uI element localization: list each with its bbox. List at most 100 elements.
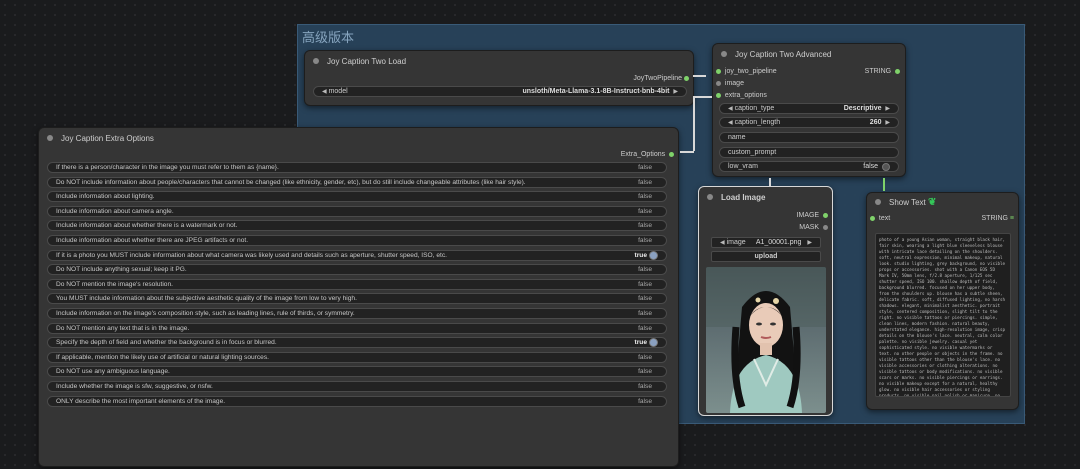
option-toggle[interactable]: ONLY describe the most important element… xyxy=(47,395,667,407)
output-slot-icon[interactable] xyxy=(823,225,828,230)
option-value: false xyxy=(638,383,652,390)
input-extra-options[interactable]: extra_options xyxy=(716,92,767,99)
input-joy-two-pipeline[interactable]: joy_two_pipeline xyxy=(716,68,777,75)
collapse-dot-icon[interactable] xyxy=(875,199,881,205)
node-show-text[interactable]: Show Text ❦ text STRING ≡ photo of a you… xyxy=(866,192,1019,410)
option-toggle[interactable]: Specify the depth of field and whether t… xyxy=(47,337,667,349)
arrow-left-icon[interactable]: ◀ xyxy=(322,88,327,95)
option-toggle[interactable]: Do NOT use any ambiguous language. false xyxy=(47,366,667,378)
input-image[interactable]: image xyxy=(716,80,744,87)
output-slot-icon[interactable] xyxy=(895,69,900,74)
caption-length-select[interactable]: ◀ caption_length 260 ▶ xyxy=(719,117,899,128)
option-value: false xyxy=(638,207,652,215)
arrow-left-icon[interactable]: ◀ xyxy=(728,105,733,112)
output-slot-icon[interactable] xyxy=(669,152,674,157)
output-image[interactable]: IMAGE xyxy=(797,212,828,219)
link-pipeline xyxy=(693,75,706,77)
option-label: Do NOT include anything sexual; keep it … xyxy=(56,266,187,274)
node-load-image[interactable]: Load Image IMAGE MASK ◀ image A1_00001.p… xyxy=(698,186,833,416)
image-preview xyxy=(706,267,826,413)
option-toggle[interactable]: If there is a person/character in the im… xyxy=(47,162,667,173)
toggle-knob-icon[interactable] xyxy=(649,250,658,260)
option-label: Include whether the image is sfw, sugges… xyxy=(56,383,213,390)
group-title[interactable]: 高级版本 xyxy=(302,27,354,46)
link-extra-options-h xyxy=(680,151,694,153)
toggle-knob-icon[interactable] xyxy=(882,162,890,171)
list-output-icon[interactable]: ≡ xyxy=(1010,215,1014,222)
collapse-dot-icon[interactable] xyxy=(707,194,713,200)
arrow-left-icon[interactable]: ◀ xyxy=(728,119,733,126)
option-toggle[interactable]: If applicable, mention the likely use of… xyxy=(47,351,667,363)
output-string[interactable]: STRING xyxy=(865,68,900,75)
node-joy-caption-advanced[interactable]: Joy Caption Two Advanced joy_two_pipelin… xyxy=(712,43,906,177)
input-slot-icon[interactable] xyxy=(716,81,721,86)
option-toggle[interactable]: Include information about camera angle. f… xyxy=(47,205,667,217)
arrow-right-icon[interactable]: ▶ xyxy=(673,88,678,95)
option-value: true xyxy=(634,251,647,259)
output-joy-two-pipeline[interactable]: JoyTwoPipeline xyxy=(633,75,689,82)
option-toggle[interactable]: You MUST include information about the s… xyxy=(47,293,667,305)
upload-button[interactable]: upload xyxy=(711,251,821,262)
option-label: If applicable, mention the likely use of… xyxy=(56,353,269,361)
input-text[interactable]: text xyxy=(870,215,890,222)
option-toggle[interactable]: Include information on the image's compo… xyxy=(47,308,667,319)
output-mask[interactable]: MASK xyxy=(799,224,828,231)
option-label: Do NOT mention any text that is in the i… xyxy=(56,324,190,332)
caption-type-select[interactable]: ◀ caption_type Descriptive ▶ xyxy=(719,103,899,114)
collapse-dot-icon[interactable] xyxy=(313,58,319,64)
collapse-dot-icon[interactable] xyxy=(47,135,53,141)
option-toggle[interactable]: Include whether the image is sfw, sugges… xyxy=(47,381,667,392)
option-value: false xyxy=(638,222,652,230)
portrait-image xyxy=(706,267,826,413)
option-label: If there is a person/character in the im… xyxy=(56,164,279,171)
node-title: Joy Caption Two Advanced xyxy=(735,49,832,59)
node-title: Joy Caption Extra Options xyxy=(61,133,154,143)
option-value: false xyxy=(638,266,652,274)
option-label: You MUST include information about the s… xyxy=(56,295,357,303)
option-toggle[interactable]: Include information about lighting. false xyxy=(47,191,667,203)
input-slot-icon[interactable] xyxy=(716,93,721,98)
toggle-knob-icon[interactable] xyxy=(649,338,658,348)
arrow-right-icon[interactable]: ▶ xyxy=(885,119,890,126)
arrow-right-icon[interactable]: ▶ xyxy=(807,239,812,246)
arrow-right-icon[interactable]: ▶ xyxy=(885,105,890,112)
output-slot-icon[interactable] xyxy=(684,76,689,81)
option-value: false xyxy=(638,280,652,288)
option-value: false xyxy=(638,353,652,361)
option-value: false xyxy=(638,164,652,171)
low-vram-toggle[interactable]: low_vram false xyxy=(719,161,899,172)
model-select[interactable]: ◀ model unsloth/Meta-Llama-3.1-8B-Instru… xyxy=(313,86,687,97)
option-toggle[interactable]: Include information about whether there … xyxy=(47,220,667,232)
option-toggle[interactable]: Include information about whether there … xyxy=(47,235,667,246)
image-select[interactable]: ◀ image A1_00001.png ▶ xyxy=(711,237,821,248)
node-title: Load Image xyxy=(721,192,766,202)
option-value: false xyxy=(638,237,652,244)
option-toggle[interactable]: Do NOT include information about people/… xyxy=(47,176,667,188)
option-toggle[interactable]: Do NOT include anything sexual; keep it … xyxy=(47,264,667,276)
output-extra-options[interactable]: Extra_Options xyxy=(621,151,674,158)
arrow-left-icon[interactable]: ◀ xyxy=(720,239,725,246)
custom-prompt-field[interactable]: custom_prompt xyxy=(719,147,899,158)
node-joy-caption-load[interactable]: Joy Caption Two Load JoyTwoPipeline ◀ mo… xyxy=(304,50,694,106)
option-toggle[interactable]: Do NOT mention any text that is in the i… xyxy=(47,322,667,334)
caption-text-output[interactable]: photo of a young Asian woman, straight b… xyxy=(875,233,1011,397)
name-field[interactable]: name xyxy=(719,132,899,143)
node-joy-caption-extra-options[interactable]: Joy Caption Extra Options Extra_Options … xyxy=(38,127,679,467)
collapse-dot-icon[interactable] xyxy=(721,51,727,57)
input-slot-icon[interactable] xyxy=(870,216,875,221)
custom-node-icon: ❦ xyxy=(928,196,937,208)
option-value: false xyxy=(638,178,652,186)
output-string[interactable]: STRING ≡ xyxy=(982,215,1015,222)
link-image-input xyxy=(769,178,771,187)
node-title: Joy Caption Two Load xyxy=(327,56,407,66)
option-label: Specify the depth of field and whether t… xyxy=(56,339,277,347)
option-value: false xyxy=(638,324,652,332)
option-label: Do NOT mention the image's resolution. xyxy=(56,280,173,288)
input-slot-icon[interactable] xyxy=(716,69,721,74)
option-value: true xyxy=(634,339,647,347)
link-extra-options-in xyxy=(694,96,712,98)
option-label: If it is a photo you MUST include inform… xyxy=(56,251,447,259)
option-toggle[interactable]: If it is a photo you MUST include inform… xyxy=(47,249,667,261)
output-slot-icon[interactable] xyxy=(823,213,828,218)
option-toggle[interactable]: Do NOT mention the image's resolution. fa… xyxy=(47,278,667,290)
